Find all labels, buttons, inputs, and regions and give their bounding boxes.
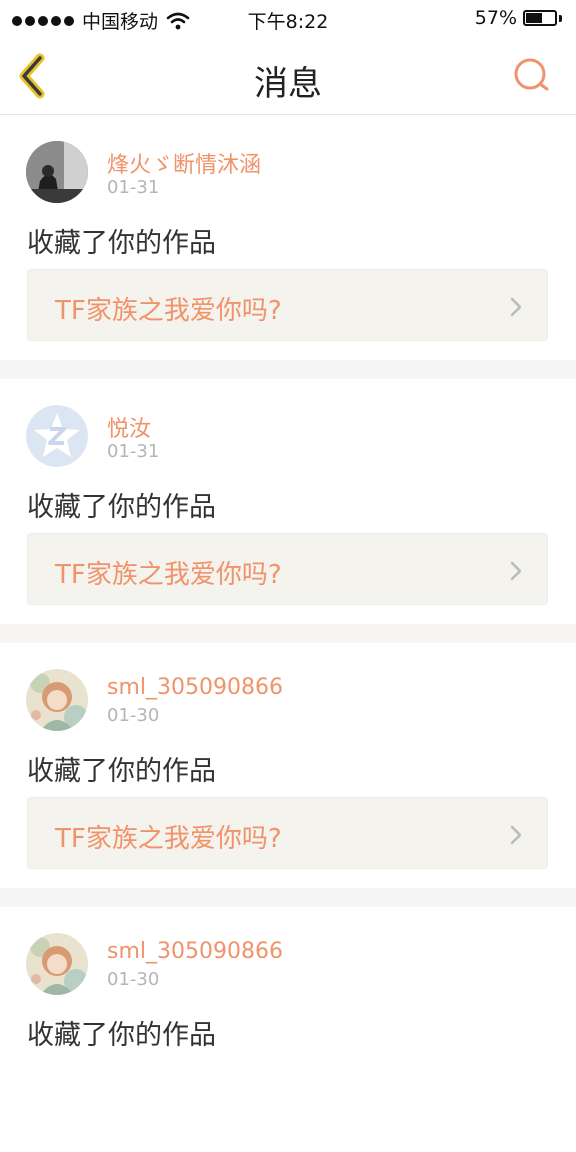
avatar[interactable]	[26, 405, 88, 467]
battery-percent: 57%	[474, 7, 517, 29]
user-name[interactable]: 悦汝	[107, 411, 151, 443]
action-text: 收藏了你的作品	[27, 756, 216, 787]
battery-area: 57%	[475, 7, 562, 29]
action-text: 收藏了你的作品	[27, 492, 216, 523]
chevron-right-icon	[510, 825, 522, 845]
user-name[interactable]: sml_305090866	[107, 675, 283, 700]
action-text: 收藏了你的作品	[27, 1020, 216, 1051]
battery-icon	[523, 10, 557, 26]
page-title: 消息	[254, 64, 322, 104]
avatar[interactable]	[26, 933, 88, 995]
status-bar: 中国移动 下午8:22 57%	[0, 0, 576, 38]
message-date: 01-30	[107, 969, 160, 990]
work-link[interactable]: TF家族之我爱你吗?	[27, 533, 548, 605]
message-date: 01-31	[107, 441, 160, 462]
avatar[interactable]	[26, 141, 88, 203]
divider	[0, 360, 576, 379]
nav-bar: 消息	[0, 38, 576, 115]
work-link[interactable]: TF家族之我爱你吗?	[27, 269, 548, 341]
message-card: 烽火ゞ断情沐涵 01-31 收藏了你的作品 TF家族之我爱你吗?	[0, 115, 576, 360]
chevron-right-icon	[510, 297, 522, 317]
message-card: 悦汝 01-31 收藏了你的作品 TF家族之我爱你吗?	[0, 379, 576, 624]
search-button[interactable]	[512, 56, 552, 96]
work-title: TF家族之我爱你吗?	[55, 560, 282, 590]
message-card: sml_305090866 01-30 收藏了你的作品	[0, 907, 576, 1152]
avatar[interactable]	[26, 669, 88, 731]
message-list: 烽火ゞ断情沐涵 01-31 收藏了你的作品 TF家族之我爱你吗? 悦汝 01-3…	[0, 115, 576, 1152]
message-date: 01-30	[107, 705, 160, 726]
divider	[0, 888, 576, 907]
message-card: sml_305090866 01-30 收藏了你的作品 TF家族之我爱你吗?	[0, 643, 576, 888]
message-date: 01-31	[107, 177, 160, 198]
action-text: 收藏了你的作品	[27, 228, 216, 259]
user-name[interactable]: 烽火ゞ断情沐涵	[107, 147, 261, 179]
work-title: TF家族之我爱你吗?	[55, 296, 282, 326]
work-link[interactable]: TF家族之我爱你吗?	[27, 797, 548, 869]
work-title: TF家族之我爱你吗?	[55, 824, 282, 854]
divider	[0, 624, 576, 643]
user-name[interactable]: sml_305090866	[107, 939, 283, 964]
search-icon	[514, 58, 549, 91]
chevron-right-icon	[510, 561, 522, 581]
